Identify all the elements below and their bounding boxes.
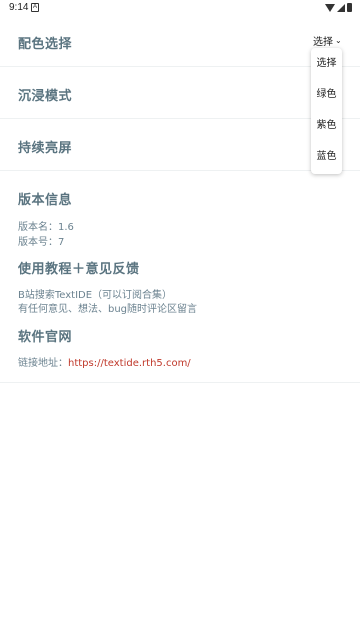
version-code: 版本号：7 bbox=[18, 237, 65, 248]
tutorial-title: 使用教程＋意见反馈 bbox=[18, 262, 140, 277]
immersive-mode-label: 沉浸模式 bbox=[18, 89, 73, 104]
dropdown-option-green[interactable]: 绿色 bbox=[311, 80, 342, 110]
status-icons bbox=[325, 3, 352, 12]
color-scheme-selected-value: 选择 bbox=[313, 37, 333, 48]
dropdown-option-blue[interactable]: 蓝色 bbox=[311, 142, 342, 172]
version-info-title: 版本信息 bbox=[18, 193, 73, 208]
dropdown-option-purple[interactable]: 紫色 bbox=[311, 111, 342, 141]
status-bar: 9:14 A bbox=[0, 0, 360, 16]
battery-icon bbox=[347, 3, 352, 12]
color-scheme-label: 配色选择 bbox=[18, 37, 73, 52]
tutorial-line-1: B站搜索TextIDE（可以订阅合集） bbox=[18, 290, 173, 301]
status-time: 9:14 bbox=[9, 2, 29, 13]
color-dropdown-menu: 选择 绿色 紫色 蓝色 bbox=[311, 48, 342, 174]
version-name: 版本名：1.6 bbox=[18, 222, 74, 233]
immersive-mode-row[interactable]: 沉浸模式 bbox=[0, 67, 360, 119]
dropdown-option-select[interactable]: 选择 bbox=[311, 49, 342, 79]
chevron-down-icon: ⌄ bbox=[335, 35, 342, 45]
website-link-line: 链接地址：https://textide.rth5.com/ bbox=[18, 354, 191, 369]
keep-screen-on-row[interactable]: 持续亮屏 bbox=[0, 119, 360, 171]
signal-icon bbox=[337, 3, 345, 12]
notification-app-icon: A bbox=[31, 3, 39, 12]
website-link-label: 链接地址： bbox=[18, 358, 68, 369]
keep-screen-on-label: 持续亮屏 bbox=[18, 141, 73, 156]
color-scheme-row[interactable]: 配色选择 bbox=[0, 15, 360, 67]
tutorial-line-2: 有任何意见、想法、bug随时评论区留言 bbox=[18, 304, 198, 315]
website-link[interactable]: https://textide.rth5.com/ bbox=[68, 358, 191, 369]
website-title: 软件官网 bbox=[18, 330, 73, 345]
divider bbox=[0, 382, 360, 383]
color-scheme-select[interactable]: 选择 ⌄ bbox=[313, 33, 342, 48]
wifi-icon bbox=[325, 3, 335, 12]
